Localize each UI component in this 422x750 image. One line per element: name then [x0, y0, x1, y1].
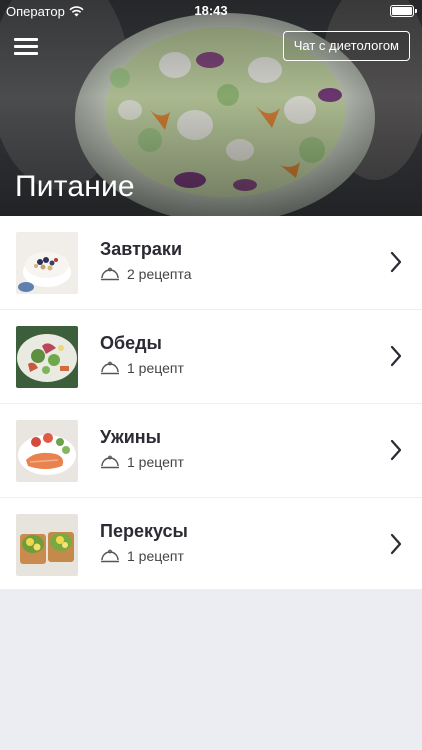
breakfast-thumbnail	[16, 232, 78, 294]
empty-background	[0, 589, 422, 750]
chevron-right-icon	[390, 345, 402, 367]
menu-line	[14, 52, 38, 55]
category-row-breakfast[interactable]: Завтраки 2 рецепта	[0, 216, 422, 310]
category-list: Завтраки 2 рецепта Обеды 1 рецепт Ужины …	[0, 216, 422, 591]
status-bar: Оператор 18:43	[0, 0, 422, 22]
battery-icon	[390, 5, 417, 17]
chevron-right-icon	[390, 439, 402, 461]
cloche-icon	[101, 455, 119, 469]
category-title: Перекусы	[100, 521, 188, 541]
chat-with-dietitian-button[interactable]: Чат с диетологом	[282, 31, 410, 61]
dinner-thumbnail	[16, 420, 78, 482]
page-title: Питание	[15, 170, 135, 203]
recipe-count-label: 1 рецепт	[127, 454, 184, 470]
lunch-thumbnail	[16, 326, 78, 388]
status-time: 18:43	[194, 3, 228, 18]
cloche-icon	[101, 361, 119, 375]
recipe-count: 1 рецепт	[100, 360, 184, 376]
menu-line	[14, 45, 38, 48]
recipe-count: 2 рецепта	[100, 266, 192, 282]
menu-button[interactable]	[14, 38, 38, 56]
category-row-lunch[interactable]: Обеды 1 рецепт	[0, 310, 422, 404]
recipe-count: 1 рецепт	[100, 454, 184, 470]
cloche-icon	[101, 549, 119, 563]
snacks-thumbnail	[16, 514, 78, 576]
chevron-right-icon	[390, 533, 402, 555]
category-title: Завтраки	[100, 239, 183, 259]
recipe-count-label: 2 рецепта	[127, 266, 192, 282]
recipe-count-label: 1 рецепт	[127, 548, 184, 564]
menu-line	[14, 38, 38, 41]
category-row-dinner[interactable]: Ужины 1 рецепт	[0, 404, 422, 498]
category-title: Обеды	[100, 333, 162, 353]
recipe-count-label: 1 рецепт	[127, 360, 184, 376]
cloche-icon	[101, 267, 119, 281]
category-row-snacks[interactable]: Перекусы 1 рецепт	[0, 498, 422, 591]
recipe-count: 1 рецепт	[100, 548, 184, 564]
hero-banner: Оператор 18:43 Чат с диетологом Питание	[0, 0, 422, 216]
category-title: Ужины	[100, 427, 162, 447]
chevron-right-icon	[390, 251, 402, 273]
